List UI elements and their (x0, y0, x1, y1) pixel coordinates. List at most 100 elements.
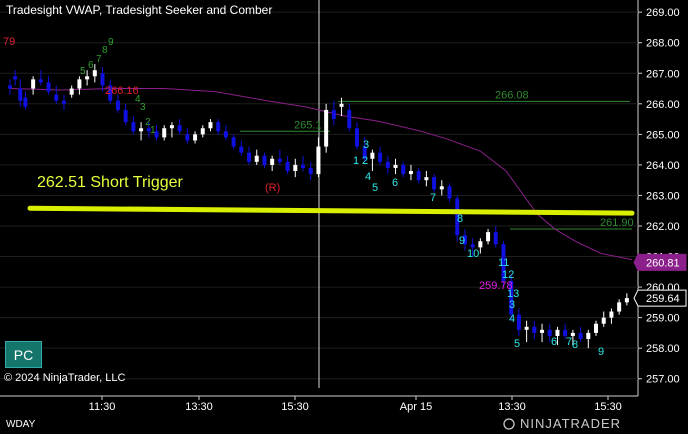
candle-body (324, 109, 329, 147)
seeker-count: 9 (459, 235, 465, 247)
y-tick-label: 263.00 (646, 190, 680, 202)
candle-body (223, 131, 228, 138)
seeker-count: 9 (598, 346, 604, 358)
candle-body (77, 79, 82, 89)
ninjatrader-logo: NINJATRADER (520, 416, 622, 431)
x-tick-label: Apr 15 (400, 401, 432, 413)
red-annotation: 266.16 (105, 85, 139, 97)
candle-body (316, 146, 321, 175)
candle-body (270, 158, 275, 165)
candle-body (447, 186, 452, 199)
seeker-count: 5 (514, 338, 520, 350)
candle-body (470, 244, 475, 248)
candle-body (478, 241, 483, 248)
instrument-tab[interactable]: WDAY (6, 419, 35, 430)
seeker-count: 6 (551, 336, 557, 348)
candle-body (13, 76, 18, 80)
candle-body (578, 332, 583, 340)
seeker-count: 4 (365, 171, 371, 183)
candle-body (586, 332, 591, 340)
y-tick-label: 268.00 (646, 38, 680, 50)
candle-body (393, 164, 398, 168)
candle-body (524, 326, 529, 330)
x-tick-label: 15:30 (594, 401, 622, 413)
seeker-count: 12 (502, 269, 514, 281)
candle-body (540, 329, 545, 333)
red-annotation: 79 (3, 36, 15, 48)
ninjatrader-logo-icon (503, 418, 515, 430)
candle-body (92, 70, 97, 77)
candle-body (85, 76, 90, 80)
candle-body (216, 122, 221, 132)
candle-body (293, 164, 298, 172)
candle-body (385, 161, 390, 168)
candle-body (169, 125, 174, 129)
candle-body (516, 314, 521, 330)
candle-body (432, 177, 437, 190)
candle-body (370, 152, 375, 159)
candle-body (594, 323, 599, 333)
seeker-count: 1 (353, 155, 359, 167)
candle-body (601, 317, 606, 324)
candle-body (401, 164, 406, 175)
candle-body (177, 125, 182, 132)
y-tick-label: 259.00 (646, 313, 680, 325)
chart-window: 269.00 268.00 267.00 266.00 265.00 264.00 263.… (0, 0, 688, 434)
seeker-count: 8 (572, 339, 578, 351)
comber-count: 9 (108, 37, 114, 48)
y-tick-label: 267.00 (646, 68, 680, 80)
candle-body (262, 155, 267, 165)
copyright-notice: © 2024 NinjaTrader, LLC (4, 372, 126, 384)
candle-body (301, 164, 306, 168)
candle-body (200, 128, 205, 135)
seeker-count: 3 (509, 299, 515, 311)
y-tick-label: 265.00 (646, 129, 680, 141)
chart-svg[interactable]: 269.00 268.00 267.00 266.00 265.00 264.00 263.… (0, 0, 688, 434)
candle-body (139, 128, 144, 132)
pc-button[interactable]: PC (5, 341, 42, 368)
seeker-count: 2 (362, 155, 368, 167)
level-label: 261.90 (600, 217, 634, 229)
x-tick-label: 13:30 (498, 401, 526, 413)
y-tick-label: 257.00 (646, 374, 680, 386)
comber-count: 8 (102, 45, 108, 56)
candle-body (532, 326, 537, 333)
comber-count: 6 (88, 60, 94, 71)
y-tick-label: 258.00 (646, 343, 680, 355)
comber-count: 7 (96, 54, 102, 65)
candle-body (38, 79, 43, 83)
seeker-count: 3 (363, 139, 369, 151)
price-badge-label: 260.81 (646, 257, 680, 269)
indicator-title: Tradesight VWAP, Tradesight Seeker and C… (6, 3, 273, 17)
candle-body (162, 128, 167, 138)
x-tick-label: 15:30 (281, 401, 309, 413)
x-tick-label: 11:30 (89, 401, 116, 413)
candle-body (100, 73, 105, 86)
y-tick-label: 266.00 (646, 99, 680, 111)
y-tick-label: 269.00 (646, 7, 680, 19)
candle-body (54, 94, 59, 101)
candle-body (208, 122, 213, 129)
candle-body (254, 155, 259, 162)
comber-count: 5 (80, 66, 86, 77)
candle-body (354, 128, 359, 147)
seeker-count: 11 (498, 257, 509, 269)
candle-body (46, 82, 51, 92)
candle-body (331, 109, 336, 120)
candle-body (18, 88, 23, 101)
x-tick-label: 13:30 (185, 401, 213, 413)
candle-body (193, 134, 198, 141)
candle-body (8, 85, 12, 89)
candle-body (408, 171, 413, 175)
level-label: 265.1 (294, 119, 322, 131)
candle-body (609, 311, 614, 318)
candle-body (617, 302, 622, 312)
candle-body (231, 137, 236, 147)
comber-count: 3 (140, 102, 146, 113)
candle-body (624, 298, 629, 303)
short-trigger-line (27, 205, 635, 216)
candle-body (277, 158, 282, 162)
y-tick-label: 264.00 (646, 160, 680, 172)
trigger-label: 262.51 Short Trigger (37, 174, 183, 191)
candle-body (486, 232, 491, 242)
